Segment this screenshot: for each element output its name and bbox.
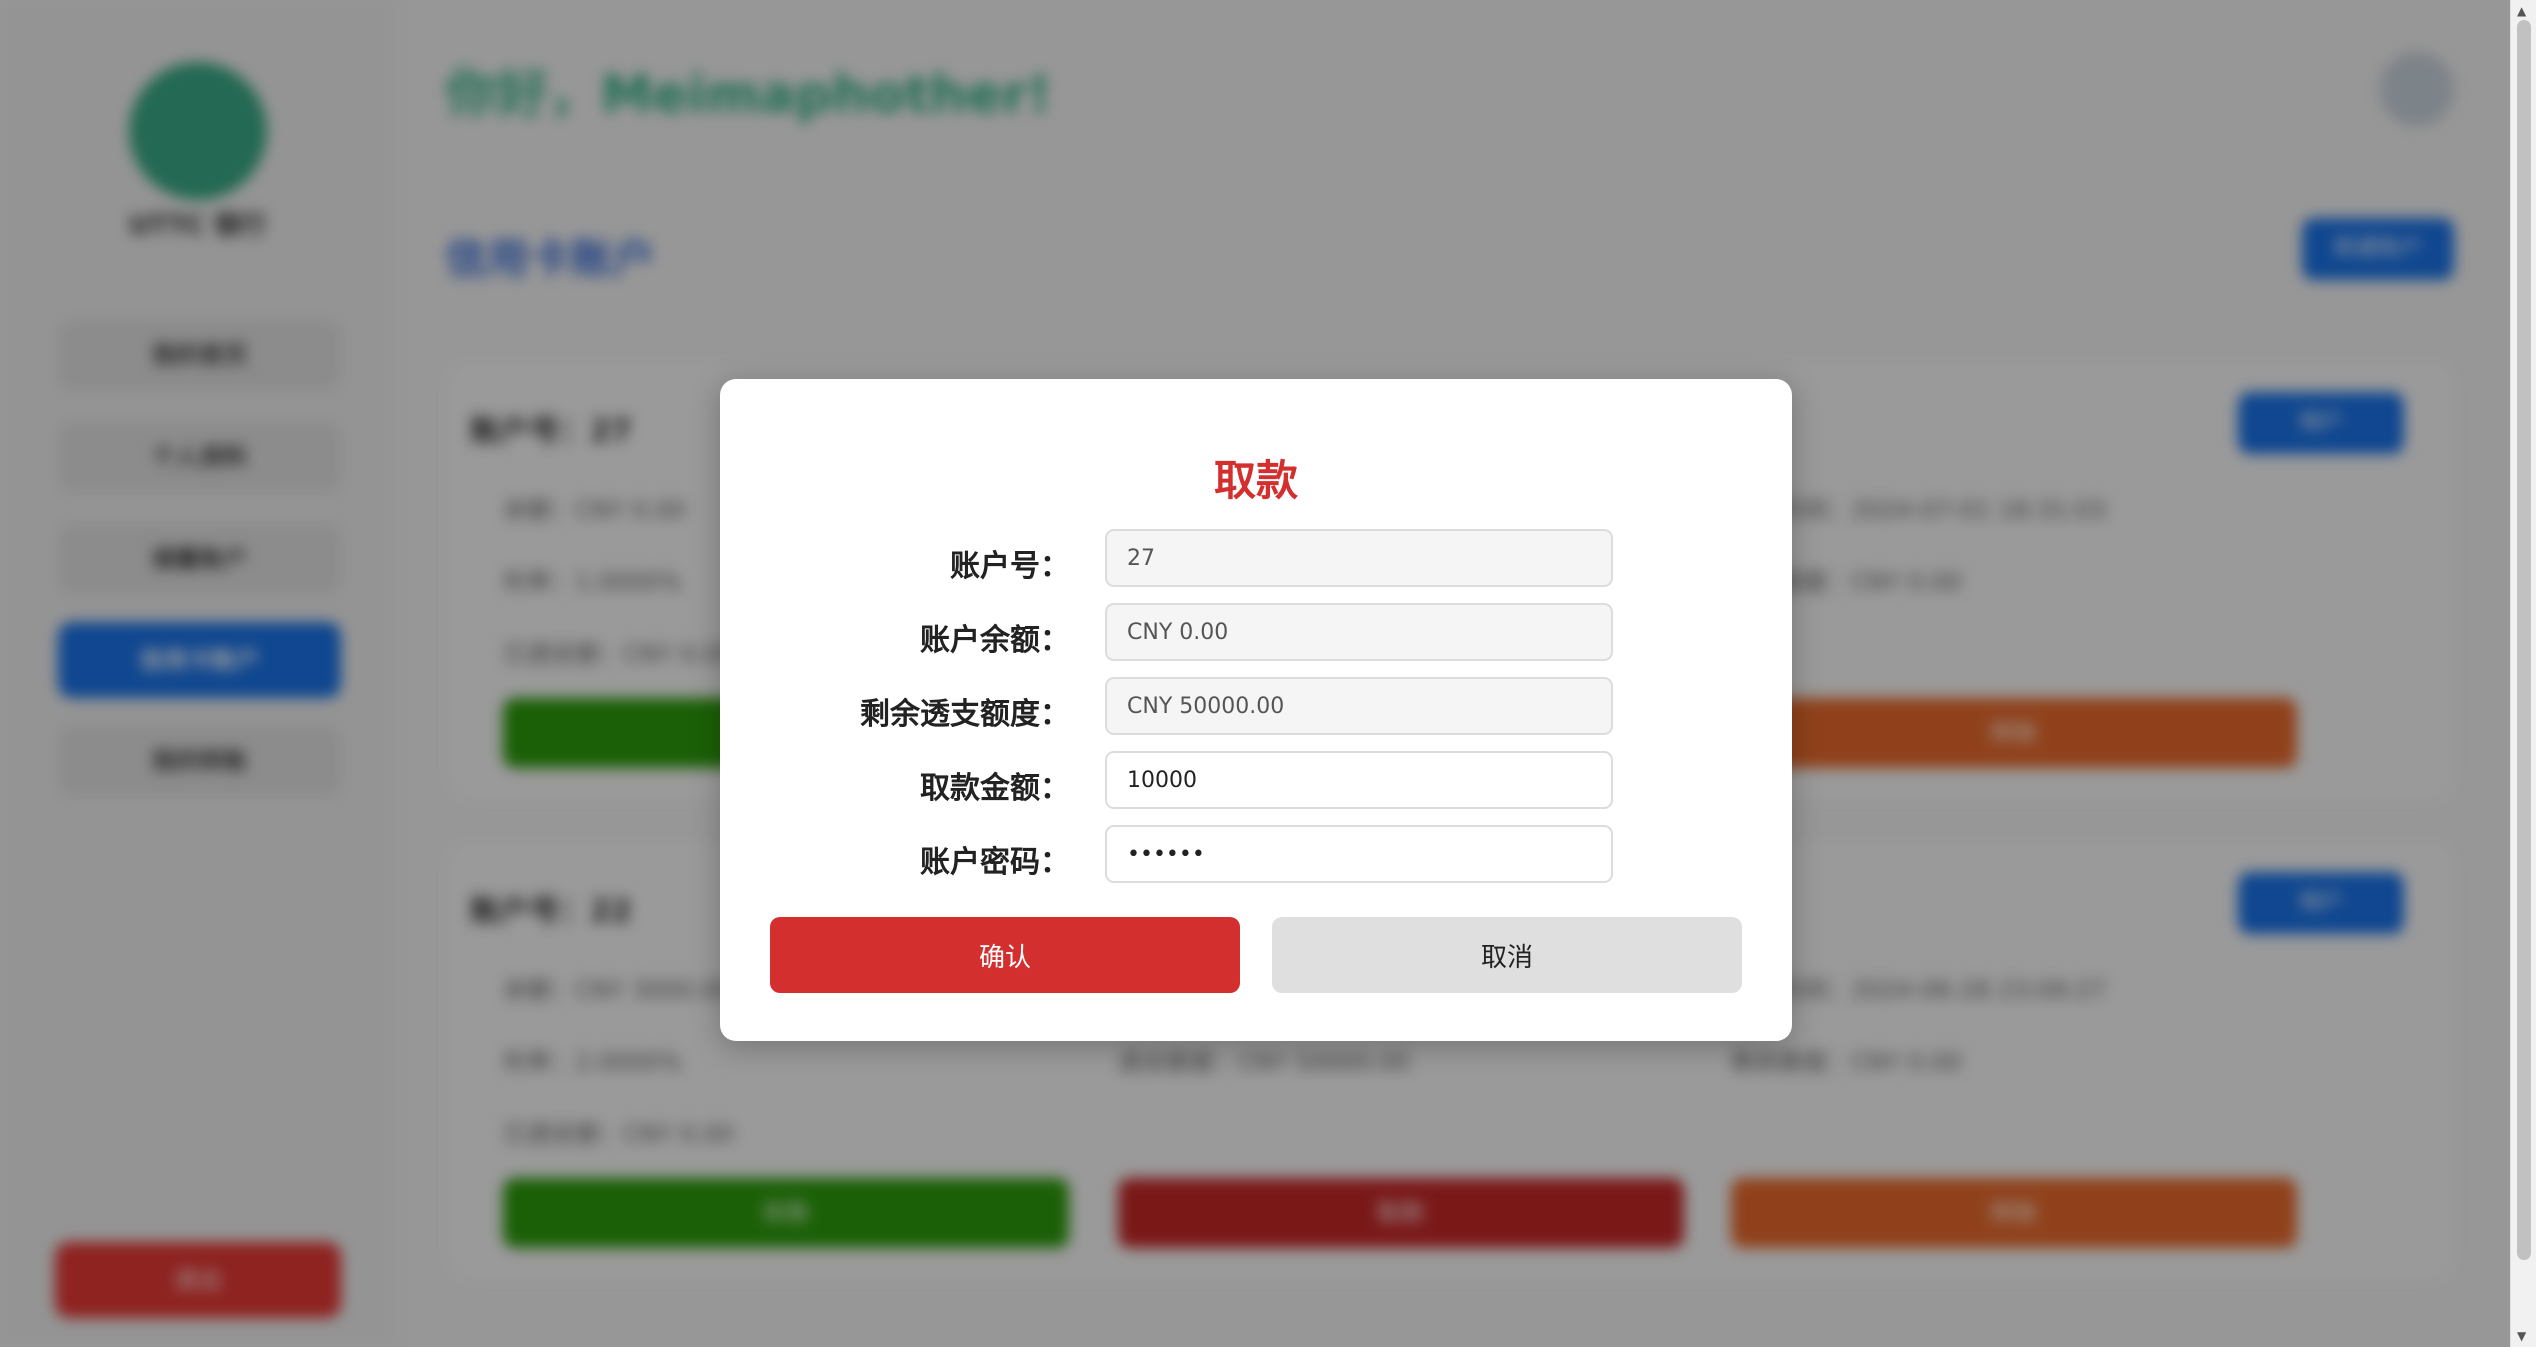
account-no-label: 账户号： [950,549,1070,584]
scroll-down-arrow-icon[interactable]: ▼ [2517,1329,2526,1343]
cancel-button[interactable]: 取消 [1272,917,1742,993]
form-row-account-no: 账户号： [720,529,1792,587]
form-row-balance: 账户余额： [720,603,1792,661]
confirm-button[interactable]: 确认 [770,917,1240,993]
balance-field[interactable] [1105,603,1613,661]
overdraft-field[interactable] [1105,677,1613,735]
scroll-up-arrow-icon[interactable]: ▲ [2517,4,2526,18]
form-row-amount: 取款金额： [720,751,1792,809]
withdraw-dialog: 取款 账户号： 账户余额： 剩余透支额度： 取款金额： 账户密码： 确认 取消 [720,379,1792,1041]
scroll-thumb[interactable] [2517,20,2531,1260]
password-field[interactable] [1105,825,1613,883]
dialog-title: 取款 [1213,456,1298,505]
balance-label: 账户余额： [920,623,1070,658]
overdraft-label: 剩余透支额度： [860,697,1070,732]
form-row-overdraft: 剩余透支额度： [720,677,1792,735]
form-row-password: 账户密码： [720,825,1792,883]
amount-label: 取款金额： [920,771,1070,806]
account-no-field[interactable] [1105,529,1613,587]
page-scrollbar[interactable]: ▲ ▼ [2510,0,2536,1347]
withdraw-amount-field[interactable] [1105,751,1613,809]
password-label: 账户密码： [920,845,1070,880]
